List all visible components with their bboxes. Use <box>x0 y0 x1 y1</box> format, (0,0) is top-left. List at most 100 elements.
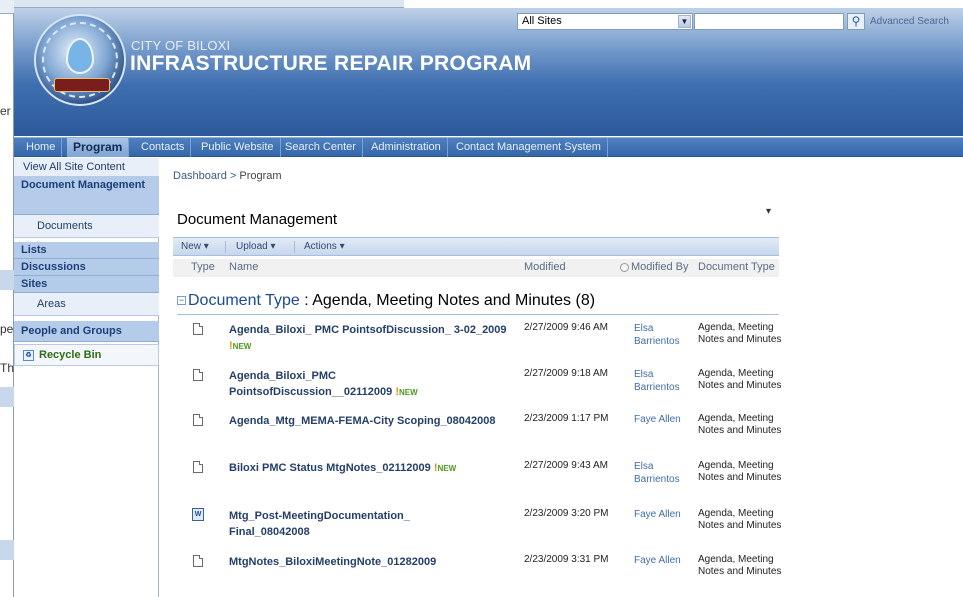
document-type: Agenda, Meeting Notes and Minutes <box>698 460 782 483</box>
quick-launch-sites[interactable]: Sites <box>14 276 159 293</box>
document-type: Agenda, Meeting Notes and Minutes <box>698 322 782 345</box>
recycle-bin-icon: ♻ <box>23 350 34 361</box>
table-row[interactable]: MtgNotes_BiloxiMeetingNote_01282009 2/23… <box>173 554 781 597</box>
group-header[interactable]: − Document Type : Agenda, Meeting Notes a… <box>177 292 595 310</box>
tab-search-center[interactable]: Search Center <box>279 138 363 157</box>
list-toolbar: New ▾ Upload ▾ Actions ▾ <box>173 237 779 256</box>
new-menu[interactable]: New ▾ <box>181 241 209 252</box>
search-input[interactable] <box>694 13 844 30</box>
collapse-icon[interactable]: − <box>177 296 186 306</box>
background-text: Th <box>0 361 15 375</box>
search-scope-select[interactable]: All Sites ▼ <box>517 13 693 30</box>
modified-by-user[interactable]: Elsa Barrientos <box>634 322 694 348</box>
table-row[interactable]: Agenda_Biloxi_PMC PointsofDiscussion__02… <box>173 368 781 412</box>
search-scope-value: All Sites <box>522 15 562 27</box>
document-icon <box>193 323 203 335</box>
document-type: Agenda, Meeting Notes and Minutes <box>698 554 782 577</box>
modified-by-user[interactable]: Faye Allen <box>634 554 694 567</box>
breadcrumb: Dashboard > Program <box>173 170 282 182</box>
column-modified-by[interactable]: Modified By <box>620 261 688 273</box>
recycle-bin-label: Recycle Bin <box>39 349 102 361</box>
view-all-site-content-link[interactable]: View All Site Content <box>14 158 159 177</box>
new-badge: !NEW <box>229 340 252 352</box>
actions-menu[interactable]: Actions ▾ <box>304 241 345 252</box>
quick-launch: View All Site Content Document Managemen… <box>14 158 159 597</box>
quick-launch-discussions[interactable]: Discussions <box>14 259 159 276</box>
new-badge: !NEW <box>433 462 457 474</box>
quick-launch-people-and-groups[interactable]: People and Groups <box>14 321 159 342</box>
site-title[interactable]: INFRASTRUCTURE REPAIR PROGRAM <box>130 52 531 76</box>
new-badge: !NEW <box>395 386 418 398</box>
column-modified[interactable]: Modified <box>524 261 566 273</box>
screen: er pe Th CITY OF BILOXI INFRASTRUCTURE R… <box>0 0 963 597</box>
modified-by-user[interactable]: Faye Allen <box>634 413 694 426</box>
tab-administration[interactable]: Administration <box>365 138 448 157</box>
breadcrumb-current: Program <box>239 170 282 182</box>
quick-launch-documents[interactable]: Documents <box>14 215 159 238</box>
background-band <box>0 270 14 290</box>
tab-home[interactable]: Home <box>20 138 63 157</box>
column-name[interactable]: Name <box>229 261 258 273</box>
modified-date: 2/27/2009 9:18 AM <box>524 368 608 379</box>
background-text: pe <box>0 322 14 336</box>
modified-date: 2/23/2009 3:20 PM <box>524 508 609 519</box>
table-row[interactable]: Biloxi PMC Status MtgNotes_02112009 !NEW… <box>173 460 781 504</box>
modified-by-user[interactable]: Elsa Barrientos <box>634 460 694 486</box>
column-document-type[interactable]: Document Type <box>698 261 775 273</box>
document-type: Agenda, Meeting Notes and Minutes <box>698 413 782 436</box>
document-link[interactable]: MtgNotes_BiloxiMeetingNote_01282009 <box>229 554 514 570</box>
site-city-name: CITY OF BILOXI <box>131 38 231 53</box>
modified-by-user[interactable]: Elsa Barrientos <box>634 368 694 394</box>
background-window: er pe Th <box>0 0 14 597</box>
document-icon <box>193 369 203 381</box>
chevron-down-icon[interactable]: ▼ <box>678 15 691 28</box>
document-type: Agenda, Meeting Notes and Minutes <box>698 368 782 391</box>
top-navigation: Home Program Contacts Public Website Sea… <box>14 137 963 157</box>
modified-date: 2/23/2009 1:17 PM <box>524 413 609 424</box>
document-type: Agenda, Meeting Notes and Minutes <box>698 508 782 531</box>
document-icon <box>193 555 203 567</box>
document-link[interactable]: Agenda_Mtg_MEMA-FEMA-City Scoping_080420… <box>229 413 514 429</box>
quick-launch-areas[interactable]: Areas <box>14 293 159 316</box>
tab-public-website[interactable]: Public Website <box>195 138 281 157</box>
document-icon <box>193 461 203 473</box>
city-seal-logo <box>34 14 126 106</box>
column-type[interactable]: Type <box>191 261 215 273</box>
table-row[interactable]: Agenda_Mtg_MEMA-FEMA-City Scoping_080420… <box>173 413 781 457</box>
quick-launch-lists[interactable]: Lists <box>14 242 159 259</box>
advanced-search-link[interactable]: Advanced Search <box>870 16 949 27</box>
tab-program[interactable]: Program <box>67 138 130 157</box>
background-text: er <box>0 104 11 118</box>
search-icon[interactable]: ⚲ <box>847 13 865 30</box>
water-drop-icon <box>66 38 94 74</box>
upload-menu[interactable]: Upload ▾ <box>236 241 276 252</box>
presence-icon <box>620 262 629 272</box>
table-row[interactable]: W Mtg_Post-MeetingDocumentation_ Final_0… <box>173 508 781 552</box>
webpart-title[interactable]: Document Management <box>177 211 337 228</box>
background-window-titlebar <box>0 0 14 14</box>
document-link[interactable]: Mtg_Post-MeetingDocumentation_ Final_080… <box>229 508 439 540</box>
document-link[interactable]: Agenda_Biloxi_ PMC PointsofDiscussion_ 3… <box>229 322 514 355</box>
background-window-edge <box>14 0 404 8</box>
modified-date: 2/27/2009 9:46 AM <box>524 322 608 333</box>
site-header: CITY OF BILOXI INFRASTRUCTURE REPAIR PRO… <box>14 8 963 136</box>
document-link[interactable]: Agenda_Biloxi_PMC PointsofDiscussion__02… <box>229 368 474 401</box>
quick-launch-document-management[interactable]: Document Management <box>14 177 159 215</box>
table-row[interactable]: Agenda_Biloxi_ PMC PointsofDiscussion_ 3… <box>173 322 781 366</box>
logo-banner <box>54 78 110 92</box>
document-link[interactable]: Biloxi PMC Status MtgNotes_02112009 !NEW <box>229 460 514 477</box>
modified-date: 2/27/2009 9:43 AM <box>524 460 608 471</box>
background-band <box>0 540 14 560</box>
breadcrumb-dashboard[interactable]: Dashboard <box>173 170 227 182</box>
browser-content: CITY OF BILOXI INFRASTRUCTURE REPAIR PRO… <box>14 8 963 597</box>
document-icon <box>193 414 203 426</box>
word-document-icon: W <box>192 508 204 521</box>
modified-by-user[interactable]: Faye Allen <box>634 508 694 521</box>
recycle-bin-link[interactable]: ♻ Recycle Bin <box>14 344 159 366</box>
group-divider <box>177 314 779 315</box>
modified-date: 2/23/2009 3:31 PM <box>524 554 609 565</box>
tab-contact-management-system[interactable]: Contact Management System <box>450 138 608 157</box>
background-band <box>0 387 14 407</box>
tab-contacts[interactable]: Contacts <box>135 138 192 157</box>
webpart-menu-icon[interactable]: ▾ <box>766 206 771 217</box>
